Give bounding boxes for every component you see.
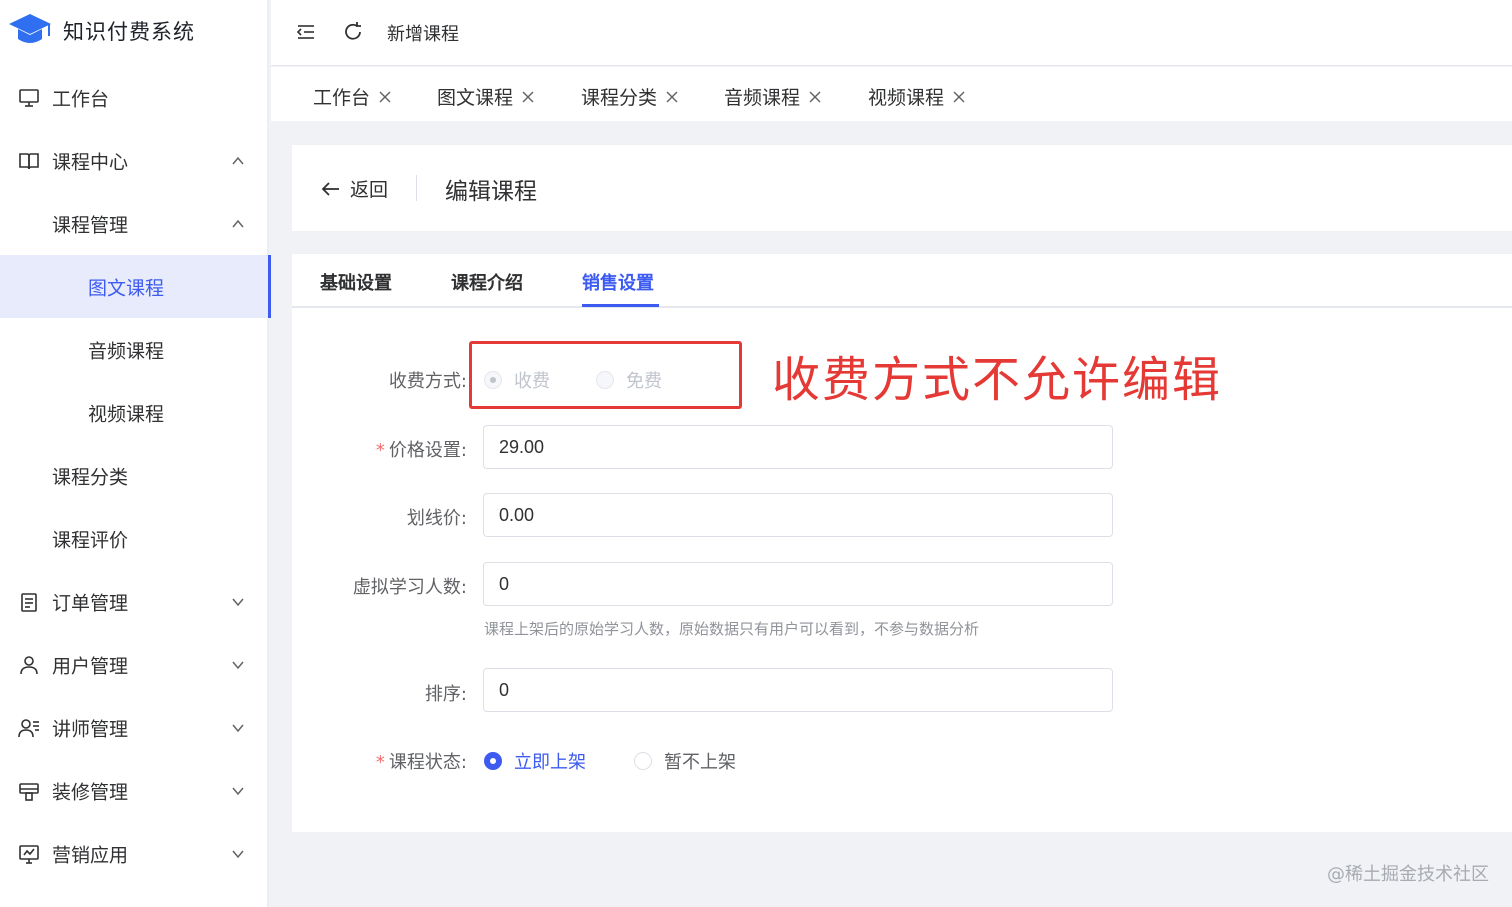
- close-icon[interactable]: [378, 90, 392, 104]
- monitor-icon: [19, 88, 39, 107]
- logo[interactable]: 知识付费系统: [0, 0, 269, 62]
- sidebar-item-label: 工作台: [52, 88, 110, 110]
- menu-fold-icon[interactable]: [295, 21, 317, 43]
- sidebar-item-graphic-course[interactable]: 图文课程: [0, 255, 271, 318]
- tab-dashboard[interactable]: 工作台: [313, 83, 392, 110]
- virtual-learners-input[interactable]: 0: [483, 562, 1113, 606]
- tab-graphic-course[interactable]: 图文课程: [437, 83, 535, 110]
- sidebar-item-label: 订单管理: [52, 592, 129, 614]
- virtual-learners-hint: 课程上架后的原始学习人数，原始数据只有用户可以看到，不参与数据分析: [484, 620, 980, 638]
- strike-price-label: 划线价:: [406, 508, 467, 529]
- sidebar-item-label: 课程评价: [52, 529, 129, 551]
- sidebar-item-marketing[interactable]: 营销应用: [0, 822, 269, 885]
- page-title: 编辑课程: [445, 179, 537, 205]
- sidebar-item-order-management[interactable]: 订单管理: [0, 570, 269, 633]
- close-icon[interactable]: [952, 90, 966, 104]
- tab-label: 图文课程: [437, 87, 514, 109]
- divider: [416, 175, 417, 201]
- tab-sales-settings[interactable]: 销售设置: [582, 269, 654, 295]
- decorate-icon: [19, 782, 39, 801]
- sort-input[interactable]: 0: [483, 668, 1113, 712]
- sidebar-item-teacher-management[interactable]: 讲师管理: [0, 696, 269, 759]
- sidebar-item-video-course[interactable]: 视频课程: [0, 381, 269, 444]
- status-label-text: 课程状态:: [388, 752, 467, 773]
- chevron-down-icon: [232, 850, 244, 858]
- back-button[interactable]: 返回: [320, 175, 388, 202]
- sidebar-item-label: 课程管理: [52, 214, 129, 236]
- teacher-icon: [18, 718, 39, 737]
- close-icon[interactable]: [521, 90, 535, 104]
- user-icon: [20, 655, 38, 674]
- tab-audio-course[interactable]: 音频课程: [724, 83, 822, 110]
- tab-label: 音频课程: [724, 87, 801, 109]
- app-title: 知识付费系统: [63, 20, 195, 44]
- back-label: 返回: [350, 179, 389, 201]
- sidebar-item-label: 视频课程: [88, 403, 165, 425]
- close-icon[interactable]: [808, 90, 822, 104]
- chevron-up-icon: [232, 156, 244, 164]
- tab-basic-settings[interactable]: 基础设置: [320, 269, 392, 295]
- status-publish-now-radio[interactable]: 立即上架: [484, 748, 586, 774]
- required-mark: *: [375, 440, 385, 461]
- sidebar-item-label: 音频课程: [88, 340, 165, 362]
- annotation-highlight-box: [469, 341, 742, 409]
- active-tab-indicator: [582, 304, 659, 307]
- book-icon: [19, 152, 39, 169]
- chevron-up-icon: [232, 219, 244, 227]
- price-label: * 价格设置:: [267, 436, 467, 462]
- graduation-cap-icon: [9, 14, 51, 43]
- sidebar-item-label: 讲师管理: [52, 718, 129, 740]
- tab-label: 课程分类: [581, 87, 658, 109]
- fee-type-label: 收费方式:: [388, 371, 467, 392]
- arrow-left-icon: [321, 181, 339, 196]
- chevron-down-icon: [232, 598, 244, 606]
- chevron-down-icon: [232, 724, 244, 732]
- refresh-icon[interactable]: [342, 21, 364, 43]
- page-header: 返回 编辑课程: [292, 145, 1512, 231]
- sidebar-item-course-category[interactable]: 课程分类: [0, 444, 269, 507]
- marketing-icon: [19, 844, 39, 864]
- sidebar-item-audio-course[interactable]: 音频课程: [0, 318, 269, 381]
- form-tabs: 基础设置 课程介绍 销售设置: [292, 254, 1512, 308]
- price-input[interactable]: 29.00: [483, 425, 1113, 469]
- sidebar: 知识付费系统 工作台 课程中心 课程管理 图文课程 音频课程 视频课程 课程分类…: [0, 0, 271, 907]
- status-not-publish-radio[interactable]: 暂不上架: [634, 748, 736, 774]
- close-icon[interactable]: [665, 90, 679, 104]
- sidebar-item-course-management[interactable]: 课程管理: [0, 192, 269, 255]
- sidebar-item-label: 课程中心: [52, 151, 129, 173]
- tab-course-intro[interactable]: 课程介绍: [451, 269, 523, 295]
- top-bar: 新增课程: [271, 0, 1512, 66]
- required-mark: *: [375, 752, 385, 773]
- tab-video-course[interactable]: 视频课程: [868, 83, 966, 110]
- tab-label: 视频课程: [868, 87, 945, 109]
- sidebar-item-label: 营销应用: [52, 844, 129, 866]
- chevron-down-icon: [232, 787, 244, 795]
- sort-label: 排序:: [424, 684, 467, 705]
- sidebar-item-course-center[interactable]: 课程中心: [0, 129, 269, 192]
- tabs-bar: 工作台 图文课程 课程分类 音频课程 视频课程: [271, 67, 1512, 121]
- sidebar-item-user-management[interactable]: 用户管理: [0, 633, 269, 696]
- order-icon: [21, 592, 37, 612]
- price-label-text: 价格设置:: [388, 440, 467, 461]
- sidebar-item-dashboard[interactable]: 工作台: [0, 66, 269, 129]
- sidebar-item-label: 装修管理: [52, 781, 129, 803]
- status-label: * 课程状态:: [267, 748, 467, 774]
- breadcrumb: 新增课程: [387, 24, 459, 45]
- radio-label: 暂不上架: [664, 752, 736, 773]
- chevron-down-icon: [232, 661, 244, 669]
- sidebar-item-label: 用户管理: [52, 655, 129, 677]
- radio-dot: [484, 752, 502, 770]
- annotation-text: 收费方式不允许编辑: [772, 352, 1223, 408]
- sidebar-item-decoration-management[interactable]: 装修管理: [0, 759, 269, 822]
- strike-price-input[interactable]: 0.00: [483, 493, 1113, 537]
- virtual-learners-label: 虚拟学习人数:: [352, 577, 467, 598]
- tab-label: 工作台: [313, 87, 371, 109]
- sidebar-item-label: 课程分类: [52, 466, 129, 488]
- radio-label: 立即上架: [514, 752, 586, 773]
- sidebar-item-label: 图文课程: [88, 277, 165, 299]
- watermark: @稀土掘金技术社区: [1327, 864, 1489, 885]
- sidebar-item-course-review[interactable]: 课程评价: [0, 507, 269, 570]
- tab-course-category[interactable]: 课程分类: [581, 83, 679, 110]
- radio-dot: [634, 752, 652, 770]
